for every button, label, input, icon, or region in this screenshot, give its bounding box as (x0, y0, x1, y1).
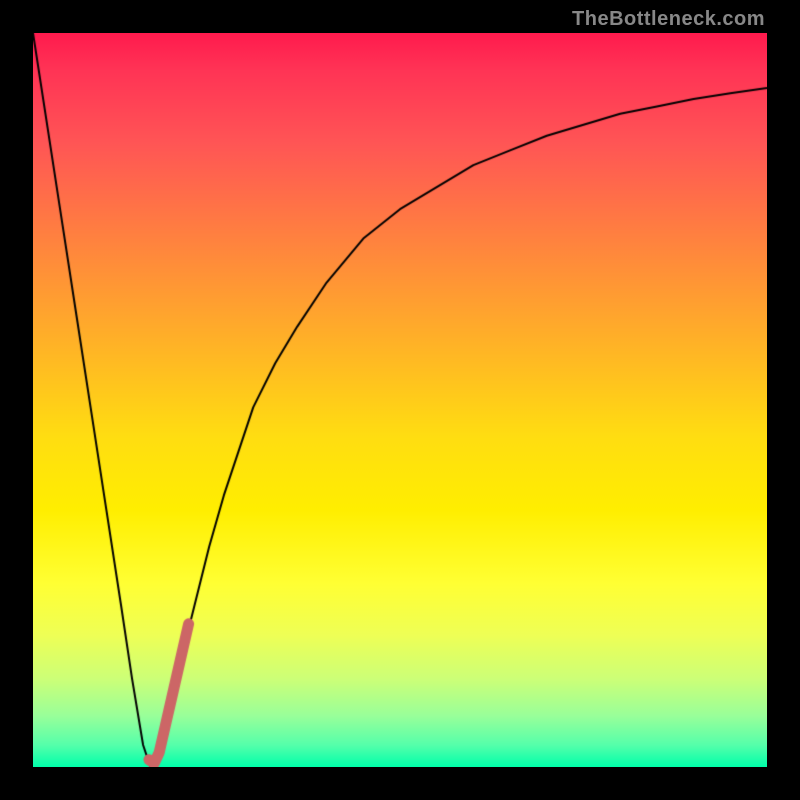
bottleneck-curve-canvas (33, 33, 767, 767)
chart-container: TheBottleneck.com (0, 0, 800, 800)
attribution-text: TheBottleneck.com (572, 8, 765, 31)
